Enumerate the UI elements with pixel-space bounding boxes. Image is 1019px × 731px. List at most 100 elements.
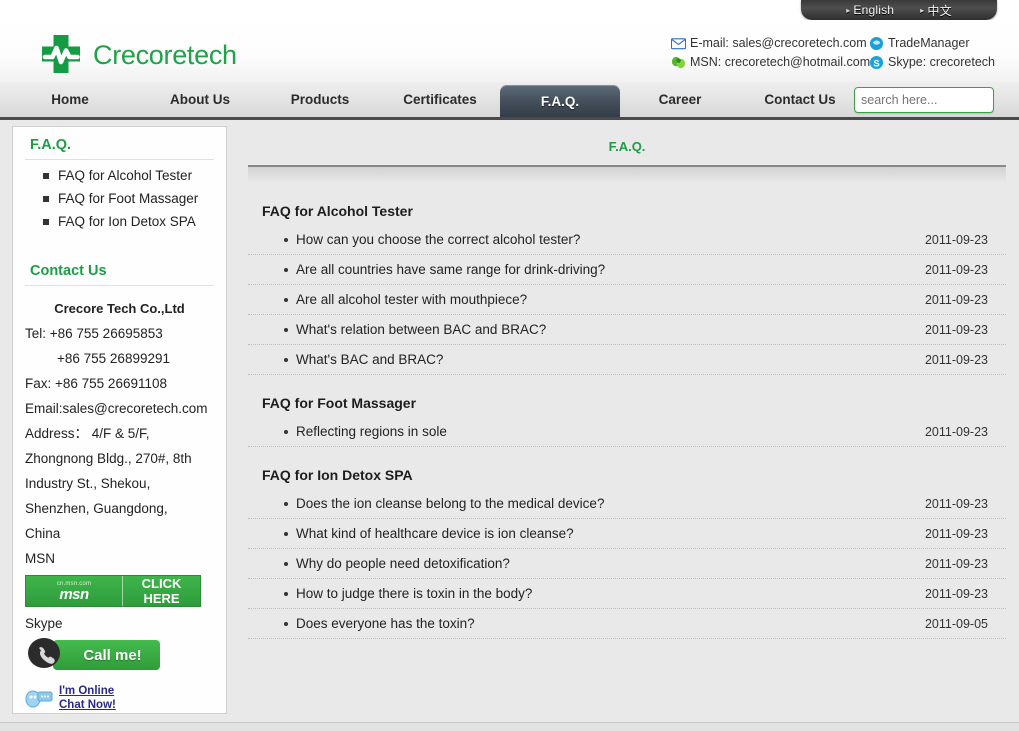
online-chat-link[interactable]: I'm Online Chat Now! — [25, 684, 214, 712]
contact-line: +86 755 26899291 — [57, 351, 170, 366]
faq-section-title: FAQ for Foot Massager — [262, 395, 417, 411]
faq-question-wrap: How to judge there is toxin in the body? — [284, 586, 925, 601]
dot-bullet-icon — [284, 591, 288, 596]
contact-msn-text: MSN: crecoretech@hotmail.com — [690, 55, 871, 69]
sidebar-item-faq-ion-detox-spa[interactable]: FAQ for Ion Detox SPA — [25, 210, 214, 233]
dot-bullet-icon — [284, 501, 288, 506]
contact-line: Industry St., Shekou, — [25, 476, 151, 491]
nav-items: Home About Us Products Certificates F.A.… — [0, 82, 860, 117]
contact-skype[interactable]: S Skype: crecoretech — [869, 53, 995, 72]
logo[interactable]: Crecoretech — [40, 34, 237, 76]
faq-item[interactable]: What's BAC and BRAC? 2011-09-23 — [248, 345, 1006, 375]
nav-item-faq[interactable]: F.A.Q. — [500, 85, 620, 117]
msn-logo-text: msn — [59, 585, 89, 603]
nav-label: Career — [658, 92, 702, 107]
page-body: F.A.Q. FAQ for Alcohol Tester FAQ for Fo… — [0, 120, 1019, 723]
dot-bullet-icon — [284, 357, 288, 362]
faq-question: What kind of healthcare device is ion cl… — [296, 526, 574, 541]
faq-item[interactable]: How to judge there is toxin in the body?… — [248, 579, 1006, 609]
faq-item[interactable]: Reflecting regions in sole 2011-09-23 — [248, 417, 1006, 447]
arrow-icon: ▸ — [920, 5, 925, 15]
faq-section-title: FAQ for Alcohol Tester — [262, 203, 413, 219]
tradmanager-icon — [869, 36, 884, 51]
nav-item-contact-us[interactable]: Contact Us — [740, 82, 860, 117]
skype-phone-icon — [28, 638, 60, 668]
language-selector[interactable]: ▸ English ▸ 中文 — [801, 0, 997, 20]
msn-wordmark: cn.msn.com msn — [26, 576, 123, 606]
nav-item-products[interactable]: Products — [260, 82, 380, 117]
page-bottom-strip — [0, 722, 1019, 731]
faq-question: Why do people need detoxification? — [296, 556, 510, 571]
contact-line: Email:sales@crecoretech.com — [25, 401, 208, 416]
language-strip: ▸ English ▸ 中文 — [0, 0, 1019, 20]
faq-item[interactable]: What kind of healthcare device is ion cl… — [248, 519, 1006, 549]
contact-email-text: E-mail: sales@crecoretech.com — [690, 36, 867, 50]
contact-line: China — [25, 526, 61, 541]
faq-item[interactable]: Are all alcohol tester with mouthpiece? … — [248, 285, 1006, 315]
faq-item[interactable]: What's relation between BAC and BRAC? 20… — [248, 315, 1006, 345]
faq-date: 2011-09-23 — [924, 586, 988, 601]
faq-date: 2011-09-23 — [924, 496, 988, 511]
page-title: F.A.Q. — [608, 139, 646, 154]
contact-line: MSN — [25, 551, 55, 566]
faq-question-wrap: Are all countries have same range for dr… — [284, 262, 925, 277]
faq-question: Are all alcohol tester with mouthpiece? — [296, 292, 528, 307]
nav-label: F.A.Q. — [540, 93, 580, 109]
sidebar-contact-heading: Contact Us — [25, 253, 214, 286]
language-option-english[interactable]: ▸ English — [846, 3, 894, 17]
square-bullet-icon — [43, 172, 49, 179]
faq-question-wrap: What's BAC and BRAC? — [284, 352, 925, 367]
contact-line: Fax: +86 755 26691108 — [25, 376, 167, 391]
dot-bullet-icon — [284, 531, 288, 536]
contact-msn[interactable]: MSN: crecoretech@hotmail.com — [671, 53, 871, 72]
dot-bullet-icon — [284, 297, 288, 302]
faq-date: 2011-09-05 — [924, 616, 988, 631]
dot-bullet-icon — [284, 237, 288, 242]
faq-item[interactable]: Are all countries have same range for dr… — [248, 255, 1006, 285]
faq-date: 2011-09-23 — [924, 232, 988, 247]
faq-item[interactable]: Does everyone has the toxin? 2011-09-05 — [248, 609, 1006, 639]
faq-date: 2011-09-23 — [924, 352, 988, 367]
faq-question-wrap: What kind of healthcare device is ion cl… — [284, 526, 925, 541]
contact-row: E-mail: sales@crecoretech.com TradeManag… — [671, 34, 995, 53]
nav-label: Certificates — [403, 92, 477, 107]
nav-label: Contact Us — [764, 92, 836, 107]
faq-date: 2011-09-23 — [924, 526, 988, 541]
sidebar-item-faq-foot-massager[interactable]: FAQ for Foot Massager — [25, 187, 214, 210]
contact-email[interactable]: E-mail: sales@crecoretech.com — [671, 34, 869, 53]
green-medical-cross-heartbeat-logo — [42, 35, 80, 73]
chat-bubble-icon — [25, 690, 53, 708]
sidebar-item-label: FAQ for Foot Massager — [58, 191, 199, 206]
nav-item-home[interactable]: Home — [0, 82, 140, 117]
language-option-chinese[interactable]: ▸ 中文 — [920, 2, 952, 19]
nav-item-certificates[interactable]: Certificates — [380, 82, 500, 117]
main-content: F.A.Q. FAQ for Alcohol Tester How can yo… — [248, 126, 1006, 714]
skype-section-label: Skype — [25, 616, 63, 631]
dot-bullet-icon — [284, 621, 288, 626]
faq-question-wrap: Why do people need detoxification? — [284, 556, 925, 571]
dot-bullet-icon — [284, 267, 288, 272]
nav-label: About Us — [170, 92, 230, 107]
faq-item[interactable]: Does the ion cleanse belong to the medic… — [248, 489, 1006, 519]
skype-call-me-label: Call me! — [53, 640, 160, 670]
sidebar-item-label: FAQ for Alcohol Tester — [58, 168, 193, 183]
search-box[interactable] — [854, 87, 994, 113]
search-input[interactable] — [855, 88, 993, 112]
dot-bullet-icon — [284, 429, 288, 434]
contact-skype-text: Skype: crecoretech — [888, 55, 995, 69]
faq-item[interactable]: How can you choose the correct alcohol t… — [248, 225, 1006, 255]
faq-question: Does everyone has the toxin? — [296, 616, 475, 631]
sidebar-item-faq-alcohol-tester[interactable]: FAQ for Alcohol Tester — [25, 164, 214, 187]
contact-trademanager[interactable]: TradeManager — [869, 34, 970, 53]
msn-click-here-button[interactable]: cn.msn.com msn CLICK HERE — [25, 575, 201, 607]
skype-icon: S — [869, 55, 884, 70]
faq-section-alcohol-tester: FAQ for Alcohol Tester How can you choos… — [248, 195, 1006, 375]
faq-question: How to judge there is toxin in the body? — [296, 586, 533, 601]
nav-item-career[interactable]: Career — [620, 82, 740, 117]
faq-section-ion-detox-spa: FAQ for Ion Detox SPA Does the ion clean… — [248, 459, 1006, 639]
nav-item-about-us[interactable]: About Us — [140, 82, 260, 117]
dot-bullet-icon — [284, 327, 288, 332]
header-contacts: E-mail: sales@crecoretech.com TradeManag… — [671, 34, 995, 72]
faq-item[interactable]: Why do people need detoxification? 2011-… — [248, 549, 1006, 579]
skype-call-me-button[interactable]: Call me! — [25, 636, 160, 674]
